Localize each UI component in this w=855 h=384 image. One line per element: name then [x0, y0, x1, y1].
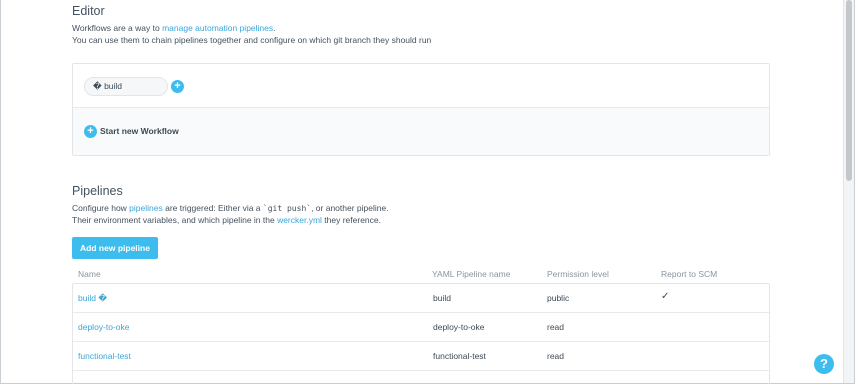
scrollbar-thumb[interactable] [846, 0, 852, 181]
pipelines-desc-suffix: , or another pipeline. [311, 203, 389, 213]
permission-level: read [547, 322, 565, 332]
pipeline-name-link[interactable]: build � [78, 293, 107, 304]
pipelines-description-line1: Configure how pipelines are triggered: E… [72, 203, 389, 213]
workflow-pipeline-pill[interactable]: � build [84, 77, 168, 96]
pipelines-desc-middle: are triggered: Either via a [162, 203, 263, 213]
table-row[interactable]: deploy-to-oke deploy-to-oke read [73, 313, 769, 342]
editor-desc-prefix: Workflows are a way to [72, 23, 163, 33]
pipeline-name-link[interactable]: functional-test [78, 351, 131, 361]
add-new-pipeline-button[interactable]: Add new pipeline [72, 237, 158, 259]
pipelines-title: Pipelines [72, 184, 123, 198]
vertical-scrollbar[interactable] [843, 0, 854, 383]
manage-pipelines-link[interactable]: manage automation pipelines [162, 23, 273, 33]
table-row[interactable]: build � build public ✓ [73, 284, 769, 313]
column-header-permission: Permission level [547, 269, 609, 279]
permission-level: public [547, 293, 570, 303]
pipelines-link[interactable]: pipelines [129, 203, 163, 213]
pipelines-desc2-suffix: they reference. [321, 215, 381, 225]
column-header-report-scm: Report to SCM [661, 269, 718, 279]
workflow-editor-panel: � build + + Start new Workflow [72, 63, 770, 156]
yaml-pipeline-name: build [433, 293, 451, 303]
column-header-name: Name [78, 269, 101, 279]
add-pipeline-to-workflow-icon[interactable]: + [171, 80, 184, 93]
pipelines-desc2-prefix: Their environment variables, and which p… [72, 215, 278, 225]
wercker-yml-link[interactable]: wercker.yml [277, 215, 322, 225]
start-workflow-row: + Start new Workflow [73, 108, 769, 155]
help-icon[interactable]: ? [814, 354, 834, 374]
pipeline-name-link[interactable]: deploy-to-oke [78, 322, 130, 332]
yaml-pipeline-name: functional-test [433, 351, 486, 361]
workflow-row: � build + [73, 64, 769, 108]
git-push-code: `git push` [262, 204, 312, 213]
column-header-yaml: YAML Pipeline name [432, 269, 511, 279]
editor-description-line2: You can use them to chain pipelines toge… [72, 35, 432, 45]
editor-description-line1: Workflows are a way to manage automation… [72, 23, 276, 33]
start-new-workflow-button[interactable]: Start new Workflow [100, 126, 179, 136]
pipelines-table: build � build public ✓ deploy-to-oke dep… [72, 283, 770, 384]
pipelines-description-line2: Their environment variables, and which p… [72, 215, 381, 225]
report-to-scm-check-icon: ✓ [661, 291, 670, 302]
pipelines-desc-prefix: Configure how [72, 203, 130, 213]
editor-desc-suffix: . [273, 23, 276, 33]
editor-title: Editor [72, 4, 105, 18]
start-new-workflow-icon[interactable]: + [84, 125, 97, 138]
table-row[interactable]: functional-test functional-test read [73, 342, 769, 371]
yaml-pipeline-name: deploy-to-oke [433, 322, 485, 332]
permission-level: read [547, 351, 565, 361]
